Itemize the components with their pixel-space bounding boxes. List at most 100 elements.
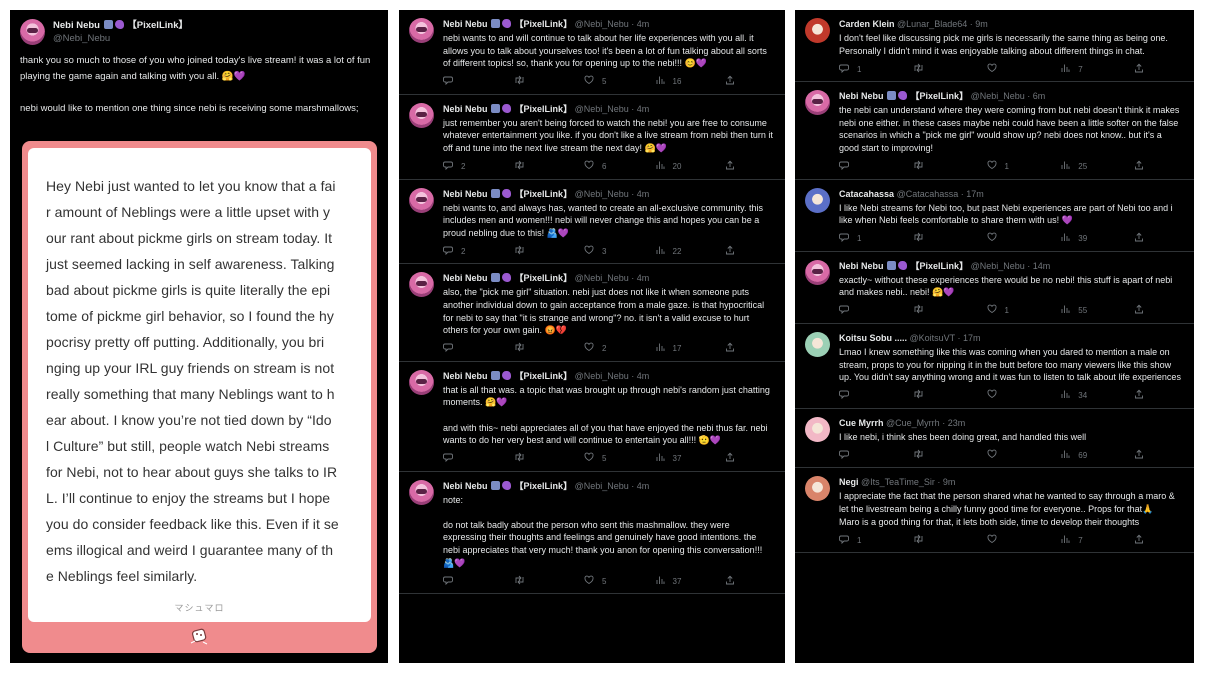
reply-button[interactable] — [839, 389, 879, 402]
avatar[interactable] — [805, 18, 830, 43]
tweet[interactable]: Catacahassa @Catacahassa · 17m I like Neb… — [795, 180, 1194, 252]
tweet[interactable]: Negi @Its_TeaTime_Sir · 9m I appreciate t… — [795, 468, 1194, 554]
tweet-time[interactable]: · 17m — [961, 189, 984, 199]
reply-button[interactable] — [839, 449, 879, 462]
author-name[interactable]: Nebi Nebu — [839, 91, 884, 101]
tweet[interactable]: Koitsu Sobu ..... @KoitsuVT · 17m Lmao I … — [795, 324, 1194, 409]
tweet-time[interactable]: · 23m — [942, 418, 965, 428]
reply-button[interactable] — [443, 75, 483, 88]
avatar[interactable] — [409, 18, 434, 43]
retweet-button[interactable] — [514, 342, 554, 355]
like-button[interactable]: 5 — [584, 575, 624, 588]
reply-button[interactable] — [443, 575, 483, 588]
author-handle[interactable]: @Nebi_Nebu — [53, 32, 188, 45]
share-button[interactable] — [725, 342, 735, 355]
share-button[interactable] — [725, 452, 735, 465]
views-button[interactable]: 39 — [1060, 232, 1100, 245]
author-handle[interactable]: @Nebi_Nebu — [575, 19, 629, 29]
share-button[interactable] — [725, 575, 735, 588]
avatar[interactable] — [409, 369, 434, 395]
tweet[interactable]: Nebi Nebu 【PixelLink】 @Nebi_Nebu · 4m not… — [399, 472, 785, 595]
author-name[interactable]: Nebi Nebu — [443, 273, 488, 283]
like-button[interactable]: 5 — [584, 452, 624, 465]
retweet-button[interactable] — [514, 452, 554, 465]
tweet-time[interactable]: · 4m — [631, 371, 649, 381]
author-name[interactable]: Carden Klein — [839, 19, 895, 29]
like-button[interactable] — [987, 63, 1027, 76]
retweet-button[interactable] — [913, 304, 953, 317]
author-handle[interactable]: @Its_TeaTime_Sir — [861, 477, 935, 487]
share-button[interactable] — [1134, 304, 1144, 317]
tweet[interactable]: Cue Myrrh @Cue_Myrrh · 23m I like nebi, i… — [795, 409, 1194, 469]
tweet-time[interactable]: · 14m — [1027, 261, 1050, 271]
tweet[interactable]: Nebi Nebu 【PixelLink】 @Nebi_Nebu · 4m tha… — [399, 362, 785, 472]
views-button[interactable]: 7 — [1060, 63, 1100, 76]
retweet-button[interactable] — [913, 63, 953, 76]
views-button[interactable]: 34 — [1060, 389, 1100, 402]
views-button[interactable]: 22 — [655, 245, 695, 258]
like-button[interactable]: 3 — [584, 245, 624, 258]
tweet-time[interactable]: · 9m — [970, 19, 988, 29]
tweet[interactable]: Nebi Nebu 【PixelLink】 @Nebi_Nebu · 14m ex… — [795, 252, 1194, 324]
share-button[interactable] — [725, 245, 735, 258]
author-handle[interactable]: @Lunar_Blade64 — [897, 19, 967, 29]
like-button[interactable] — [987, 534, 1027, 547]
author-name[interactable]: Nebi Nebu — [839, 261, 884, 271]
avatar[interactable] — [409, 102, 434, 128]
avatar[interactable] — [805, 187, 830, 213]
share-button[interactable] — [1134, 389, 1144, 402]
views-button[interactable]: 20 — [655, 160, 695, 173]
share-button[interactable] — [725, 75, 735, 88]
retweet-button[interactable] — [913, 160, 953, 173]
tweet[interactable]: Nebi Nebu 【PixelLink】 @Nebi_Nebu · 4m jus… — [399, 95, 785, 180]
tweet[interactable]: Nebi Nebu 【PixelLink】 @Nebi_Nebu · 6m the… — [795, 82, 1194, 180]
tweet[interactable]: Carden Klein @Lunar_Blade64 · 9m I don't … — [795, 10, 1194, 83]
share-button[interactable] — [1134, 232, 1144, 245]
like-button[interactable] — [987, 449, 1027, 462]
retweet-button[interactable] — [913, 449, 953, 462]
author-name[interactable]: Nebi Nebu — [443, 104, 488, 114]
author-handle[interactable]: @Nebi_Nebu — [971, 91, 1025, 101]
tweet[interactable]: Nebi Nebu 【PixelLink】 @Nebi_Nebu · 4m als… — [399, 264, 785, 362]
reply-button[interactable] — [443, 452, 483, 465]
tweet-time[interactable]: · 6m — [1027, 91, 1045, 101]
like-button[interactable]: 1 — [987, 304, 1027, 317]
avatar[interactable] — [409, 187, 434, 213]
share-button[interactable] — [725, 160, 735, 173]
views-button[interactable]: 17 — [655, 342, 695, 355]
like-button[interactable]: 1 — [987, 160, 1027, 173]
author-name[interactable]: Nebi Nebu — [443, 189, 488, 199]
reply-button[interactable] — [443, 342, 483, 355]
author-name[interactable]: Cue Myrrh — [839, 418, 884, 428]
avatar[interactable] — [409, 272, 434, 298]
tweet-time[interactable]: · 4m — [631, 19, 649, 29]
views-button[interactable]: 37 — [655, 575, 695, 588]
author-name[interactable]: Negi — [839, 477, 859, 487]
avatar[interactable] — [805, 259, 830, 285]
tweet-time[interactable]: · 4m — [631, 273, 649, 283]
retweet-button[interactable] — [514, 75, 554, 88]
author-name[interactable]: Nebi Nebu — [443, 371, 488, 381]
views-button[interactable]: 55 — [1060, 304, 1100, 317]
avatar[interactable] — [20, 19, 45, 45]
reply-button[interactable]: 1 — [839, 63, 879, 76]
avatar[interactable] — [805, 476, 830, 502]
reply-button[interactable]: 2 — [443, 245, 483, 258]
retweet-button[interactable] — [514, 245, 554, 258]
author-handle[interactable]: @Nebi_Nebu — [575, 481, 629, 491]
like-button[interactable] — [987, 389, 1027, 402]
reply-button[interactable] — [839, 160, 879, 173]
views-button[interactable]: 69 — [1060, 449, 1100, 462]
share-button[interactable] — [1134, 63, 1144, 76]
author-handle[interactable]: @Nebi_Nebu — [575, 371, 629, 381]
reply-button[interactable]: 1 — [839, 232, 879, 245]
tweet-time[interactable]: · 17m — [958, 333, 981, 343]
like-button[interactable]: 5 — [584, 75, 624, 88]
tweet[interactable]: Nebi Nebu 【PixelLink】 @Nebi_Nebu · 4m neb… — [399, 10, 785, 95]
tweet-time[interactable]: · 4m — [631, 104, 649, 114]
author-handle[interactable]: @Cue_Myrrh — [886, 418, 940, 428]
share-button[interactable] — [1134, 160, 1144, 173]
author-handle[interactable]: @Nebi_Nebu — [575, 273, 629, 283]
retweet-button[interactable] — [913, 534, 953, 547]
tweet-time[interactable]: · 4m — [631, 189, 649, 199]
